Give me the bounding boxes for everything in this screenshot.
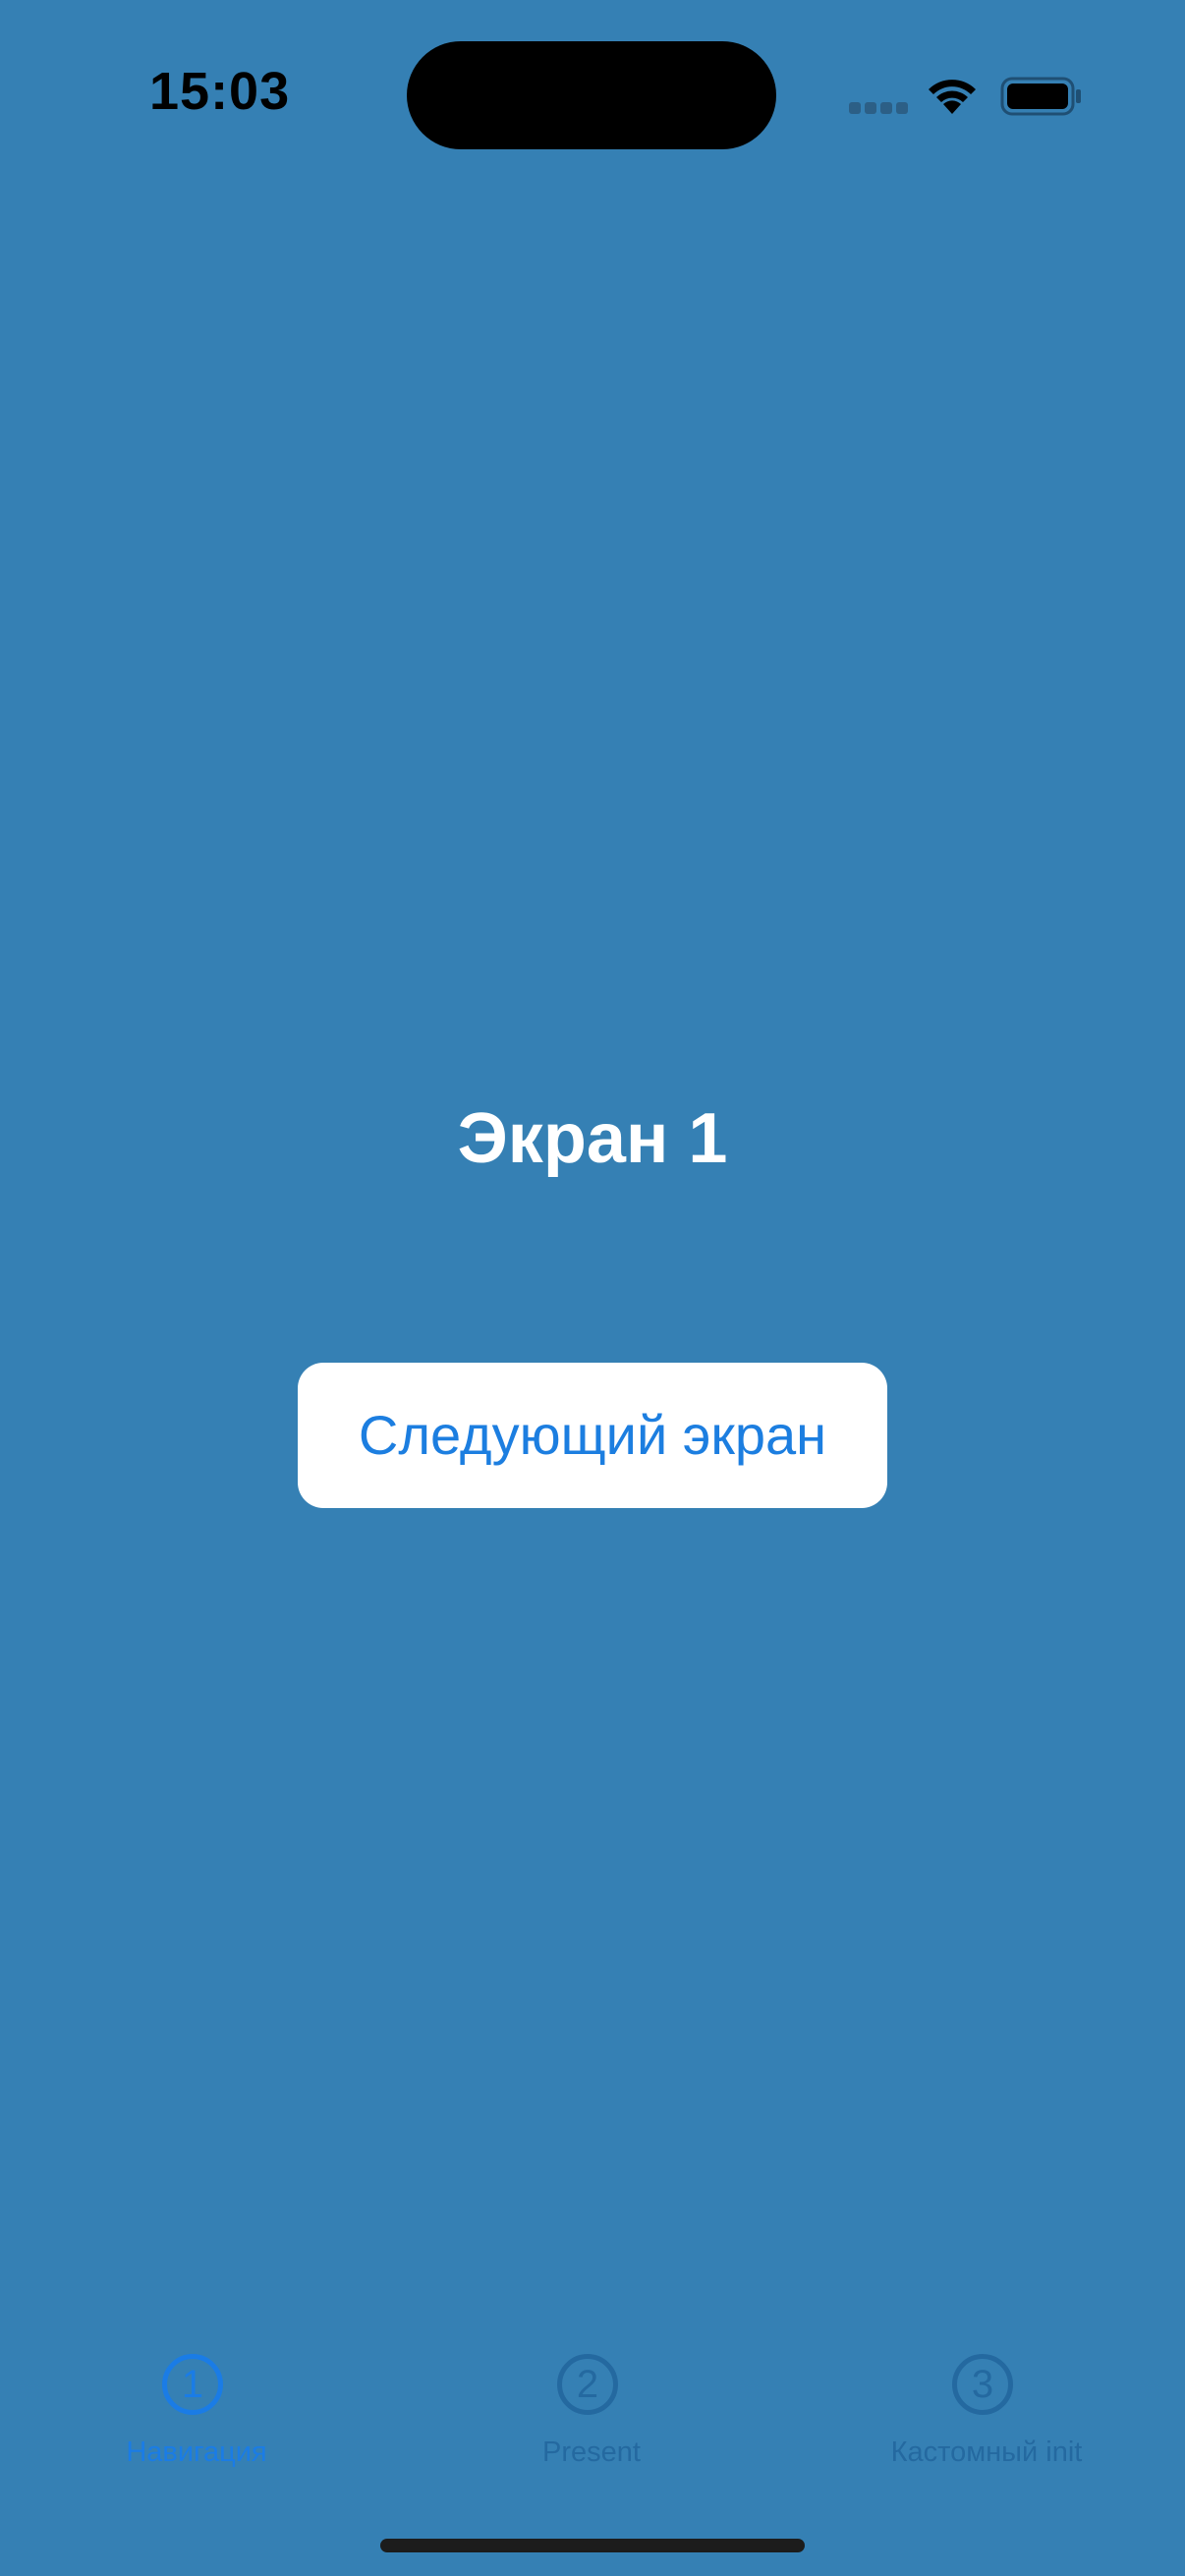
wifi-icon — [929, 80, 976, 114]
number-2-circle-icon: 2 — [557, 2354, 618, 2415]
screen-title: Экран 1 — [457, 1099, 728, 1178]
status-bar: 15:03 — [0, 0, 1185, 187]
home-indicator[interactable] — [380, 2539, 805, 2552]
dynamic-island — [407, 41, 776, 149]
cellular-signal-icon — [849, 102, 908, 114]
tab-present[interactable]: 2 Present — [444, 2338, 739, 2476]
tab-label: Present — [542, 2436, 641, 2468]
tab-navigation[interactable]: 1 Навигация — [49, 2338, 344, 2476]
next-screen-button[interactable]: Следующий экран — [298, 1363, 887, 1508]
number-1-circle-icon: 1 — [162, 2354, 223, 2415]
number-3-circle-icon: 3 — [952, 2354, 1013, 2415]
status-time: 15:03 — [149, 62, 291, 121]
tab-label: Кастомный init — [890, 2436, 1083, 2468]
tab-label: Навигация — [126, 2436, 267, 2468]
tab-custom-init[interactable]: 3 Кастомный init — [839, 2338, 1134, 2476]
tab-bar: 1 Навигация 2 Present 3 Кастомный init — [0, 2338, 1185, 2476]
battery-icon — [1000, 77, 1081, 116]
